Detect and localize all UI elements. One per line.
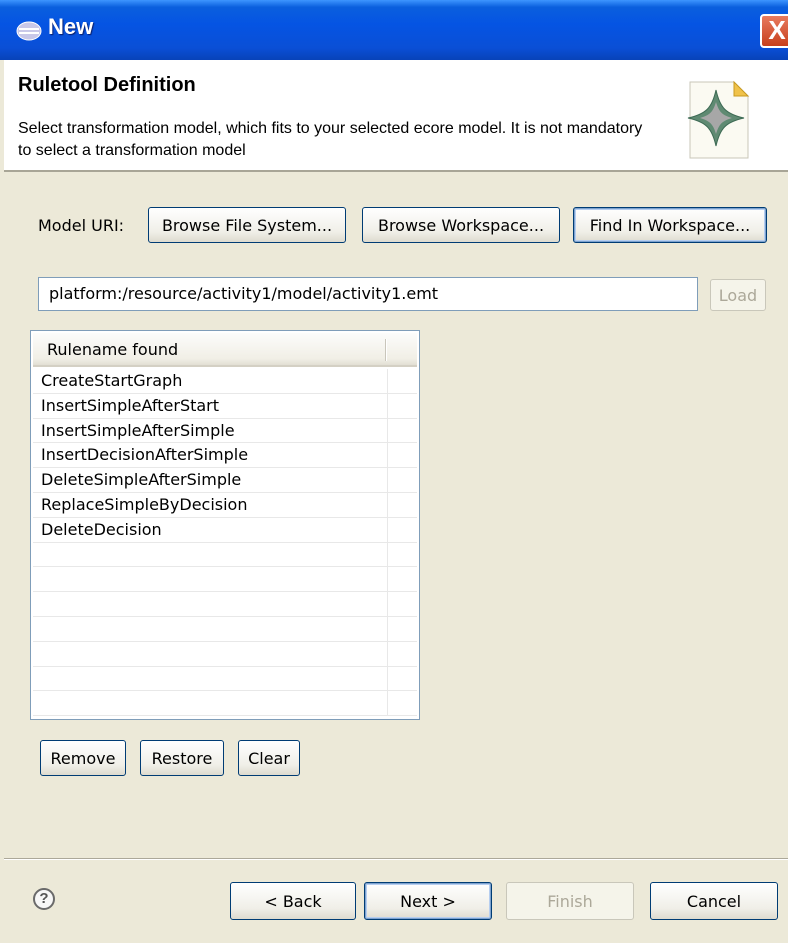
rulename-table[interactable]: Rulename found CreateStartGraph InsertSi… <box>30 330 420 720</box>
footer-divider <box>4 858 788 860</box>
column-divider <box>387 393 388 418</box>
column-divider <box>387 666 388 691</box>
eclipse-icon <box>16 21 42 41</box>
column-divider <box>387 691 388 716</box>
load-button[interactable]: Load <box>710 279 766 311</box>
model-uri-input[interactable]: platform:/resource/activity1/model/activ… <box>38 277 698 311</box>
table-row[interactable] <box>33 542 417 568</box>
table-header[interactable]: Rulename found <box>33 333 417 367</box>
column-divider <box>387 592 388 616</box>
rulename-cell: InsertSimpleAfterStart <box>41 395 220 415</box>
back-button[interactable]: < Back <box>230 882 356 920</box>
restore-button[interactable]: Restore <box>140 740 224 776</box>
wizard-banner-icon <box>687 80 750 159</box>
finish-button[interactable]: Finish <box>506 882 634 920</box>
column-divider <box>387 567 388 592</box>
table-row[interactable]: InsertSimpleAfterSimple <box>33 418 417 444</box>
rulename-cell: ReplaceSimpleByDecision <box>41 494 248 514</box>
column-divider <box>387 468 388 492</box>
model-uri-label: Model URI: <box>38 216 125 235</box>
table-row[interactable] <box>33 616 417 642</box>
browse-file-system-button[interactable]: Browse File System... <box>148 207 346 243</box>
rulename-column-header[interactable]: Rulename found <box>33 333 387 365</box>
wizard-banner: Ruletool Definition Select transformatio… <box>4 60 788 172</box>
page-title: Ruletool Definition <box>18 74 196 96</box>
column-separator[interactable] <box>385 339 387 361</box>
close-button[interactable]: X <box>760 14 788 48</box>
table-rows: CreateStartGraph InsertSimpleAfterStart … <box>33 369 417 717</box>
column-divider <box>387 492 388 517</box>
column-divider <box>387 616 388 641</box>
new-wizard-dialog: New X Ruletool Definition Select transfo… <box>0 0 788 943</box>
page-description: Select transformation model, which fits … <box>18 120 643 159</box>
rulename-cell: CreateStartGraph <box>41 371 183 390</box>
table-row[interactable]: CreateStartGraph <box>33 369 417 394</box>
rulename-cell: InsertDecisionAfterSimple <box>41 445 249 465</box>
table-row[interactable] <box>33 641 417 667</box>
column-divider <box>387 443 388 468</box>
table-row[interactable]: InsertSimpleAfterStart <box>33 393 417 419</box>
title-bar[interactable]: New X <box>0 0 788 60</box>
column-divider <box>387 369 388 393</box>
browse-workspace-button[interactable]: Browse Workspace... <box>362 207 560 243</box>
cancel-button[interactable]: Cancel <box>650 882 778 920</box>
rulename-cell: DeleteDecision <box>41 519 162 539</box>
table-row[interactable] <box>33 666 417 692</box>
window-title: New <box>48 14 94 39</box>
table-row[interactable] <box>33 567 417 593</box>
clear-button[interactable]: Clear <box>238 740 300 776</box>
table-row[interactable] <box>33 691 417 717</box>
column-divider <box>387 641 388 666</box>
table-row[interactable]: ReplaceSimpleByDecision <box>33 492 417 518</box>
help-icon[interactable]: ? <box>33 888 55 910</box>
remove-button[interactable]: Remove <box>40 740 126 776</box>
table-row[interactable]: InsertDecisionAfterSimple <box>33 443 417 469</box>
table-row[interactable]: DeleteSimpleAfterSimple <box>33 468 417 493</box>
column-divider <box>387 418 388 443</box>
rulename-cell: DeleteSimpleAfterSimple <box>41 470 242 490</box>
column-divider <box>387 542 388 567</box>
next-button[interactable]: Next > <box>364 882 492 920</box>
rulename-cell: InsertSimpleAfterSimple <box>41 420 235 440</box>
table-row[interactable] <box>33 592 417 617</box>
column-divider <box>387 517 388 542</box>
find-in-workspace-button[interactable]: Find In Workspace... <box>573 207 767 243</box>
table-row[interactable]: DeleteDecision <box>33 517 417 543</box>
